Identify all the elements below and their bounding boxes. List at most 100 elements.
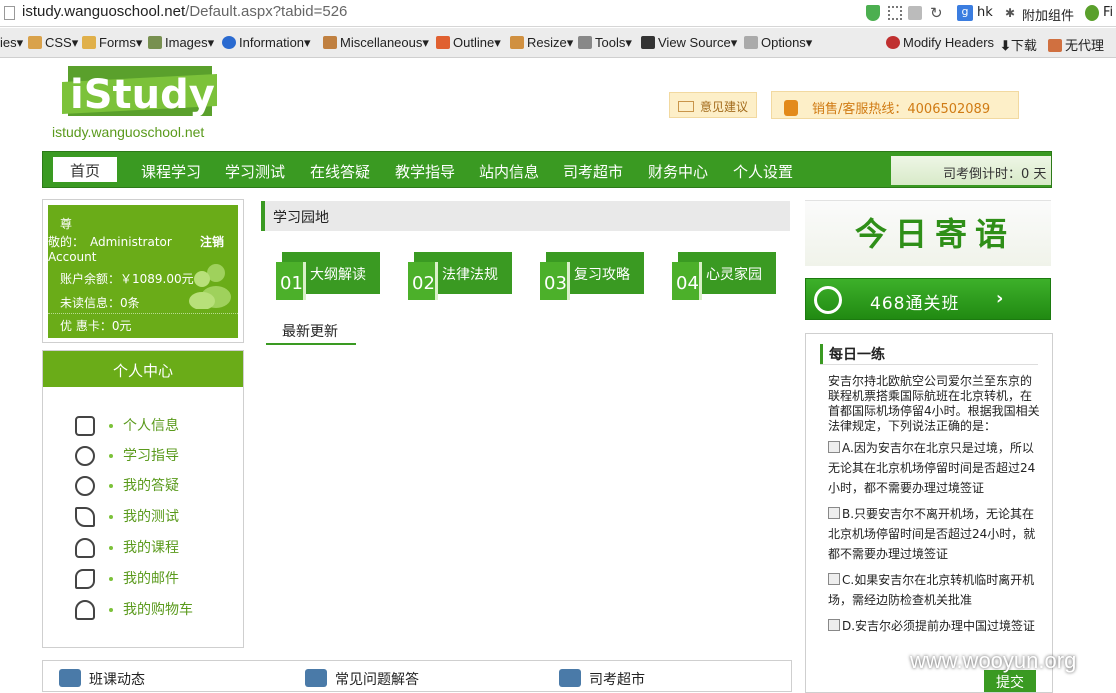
dropdown-icon[interactable] xyxy=(908,6,922,20)
headers-icon xyxy=(886,36,900,49)
468-course-button[interactable]: 468通关班 › xyxy=(805,278,1051,320)
toolbar-view-source[interactable]: View Source▾ xyxy=(641,35,737,51)
option-d[interactable]: D.安吉尔必须提前办理中国过境签证 xyxy=(828,616,1038,636)
account-balance: 账户余额：￥1089.00元 xyxy=(60,272,194,286)
toolbar-misc[interactable]: Miscellaneous▾ xyxy=(323,35,429,51)
daily-practice-title: 每日一练 xyxy=(820,344,1040,364)
toolbar-css[interactable]: CSS▾ xyxy=(28,35,78,51)
toolbar-options[interactable]: Options▾ xyxy=(744,35,812,51)
resize-icon xyxy=(510,36,524,49)
option-a[interactable]: A.因为安吉尔在北京只是过境，所以无论其在北京机场停留时间是否超过24小时，都不… xyxy=(828,438,1038,498)
clipboard-icon xyxy=(82,36,96,49)
logout-link[interactable]: 注销 xyxy=(200,233,224,250)
hotline-banner: 销售/客服热线：4006502089 xyxy=(771,91,1019,119)
toolbar-modify-headers[interactable]: Modify Headers xyxy=(886,35,994,50)
logo-subtitle: istudy.wanguoschool.net xyxy=(52,124,205,140)
suggestion-button[interactable]: 意见建议 xyxy=(669,92,757,118)
site-logo[interactable]: iStudy xyxy=(62,60,217,122)
toolbar-outline[interactable]: Outline▾ xyxy=(436,35,501,51)
nav-market[interactable]: 司考超市 xyxy=(563,161,623,182)
nav-settings[interactable]: 个人设置 xyxy=(733,161,793,182)
latest-updates-tab[interactable]: 最新更新 xyxy=(266,321,356,345)
option-c[interactable]: C.如果安吉尔在北京转机临时离开机场，需经边防检查机关批准 xyxy=(828,570,1038,610)
qr-icon[interactable] xyxy=(888,6,902,20)
bottom-faq[interactable]: 常见问题解答 xyxy=(305,669,419,689)
checkbox-b[interactable] xyxy=(828,507,840,519)
url-text[interactable]: istudy.wanguoschool.net/Default.aspx?tab… xyxy=(22,3,347,20)
toolbar-images[interactable]: Images▾ xyxy=(148,35,214,51)
personal-center-title: 个人中心 xyxy=(43,351,243,387)
proxy-icon xyxy=(1048,39,1062,52)
greeting-line2: 敬的： Administrator xyxy=(48,235,172,249)
toolbar-resize[interactable]: Resize▾ xyxy=(510,35,573,51)
watermark: www.wooyun.org xyxy=(910,648,1077,673)
faq-icon xyxy=(305,669,327,687)
card-mindset[interactable]: 心灵家园 04 xyxy=(672,252,776,300)
google-icon[interactable]: g xyxy=(957,5,973,21)
menu-my-tests[interactable]: 我的测试 xyxy=(75,506,179,532)
unread-messages[interactable]: 未读信息：0条 xyxy=(60,294,140,311)
svg-text:iStudy: iStudy xyxy=(70,72,215,118)
clover-icon[interactable] xyxy=(1085,5,1099,21)
wrench-icon xyxy=(75,569,95,589)
url-bar[interactable]: istudy.wanguoschool.net/Default.aspx?tab… xyxy=(0,0,1116,27)
card-outline[interactable]: 大纲解读 01 xyxy=(276,252,380,300)
today-message-banner: 今日寄语 xyxy=(805,200,1051,266)
daily-practice-box: 每日一练 安吉尔持北欧航空公司爱尔兰至东京的联程机票搭乘国际航班在北京转机，在首… xyxy=(805,333,1053,693)
toolbar-no-proxy[interactable]: 无代理 xyxy=(1048,35,1104,54)
nav-finance[interactable]: 财务中心 xyxy=(648,161,708,182)
reload-icon[interactable]: ↻ xyxy=(930,4,943,22)
toolbar-forms[interactable]: Forms▾ xyxy=(82,35,142,51)
users-icon xyxy=(75,446,95,466)
monitor-icon xyxy=(641,36,655,49)
card-strategy[interactable]: 复习攻略 03 xyxy=(540,252,644,300)
shield-icon[interactable] xyxy=(866,5,880,21)
card-laws[interactable]: 法律法规 02 xyxy=(408,252,512,300)
page-icon xyxy=(4,6,15,20)
checkbox-c[interactable] xyxy=(828,573,840,585)
addons-button[interactable]: 附加组件 xyxy=(1022,5,1074,24)
pen-icon xyxy=(75,507,95,527)
phone-icon xyxy=(784,100,798,116)
bottom-market[interactable]: 司考超市 xyxy=(559,669,645,689)
toolbar-tools[interactable]: Tools▾ xyxy=(578,35,632,51)
market-icon xyxy=(559,669,581,687)
bottom-class-news[interactable]: 班课动态 xyxy=(59,669,145,689)
menu-personal-info[interactable]: 个人信息 xyxy=(75,415,179,441)
nav-courses[interactable]: 课程学习 xyxy=(141,161,201,182)
fi-label[interactable]: Fi xyxy=(1103,5,1113,20)
ball-icon xyxy=(814,286,842,314)
person-icon xyxy=(75,600,95,620)
info-icon xyxy=(222,36,236,49)
exam-countdown: 司考倒计时：0 天 xyxy=(891,156,1051,185)
option-b[interactable]: B.只要安吉尔不离开机场，无论其在北京机场停留时间是否超过24小时，就都不需要办… xyxy=(828,504,1038,564)
nav-guidance[interactable]: 教学指导 xyxy=(395,161,455,182)
user-info-box: 尊 敬的： Administrator 注销 Account 账户余额：￥108… xyxy=(42,199,244,343)
menu-my-qa[interactable]: 我的答疑 xyxy=(75,475,179,501)
menu-study-guide[interactable]: 学习指导 xyxy=(75,445,179,471)
checkbox-a[interactable] xyxy=(828,441,840,453)
toolbar-information[interactable]: Information▾ xyxy=(222,35,311,51)
toolbar-download[interactable]: ⬇下载 xyxy=(1000,35,1037,54)
puzzle-icon[interactable]: ✱ xyxy=(1005,6,1015,20)
nav-tests[interactable]: 学习测试 xyxy=(225,161,285,182)
nav-qa[interactable]: 在线答疑 xyxy=(310,161,370,182)
coupon-info: 优 惠卡：0元 xyxy=(60,319,132,333)
menu-my-courses[interactable]: 我的课程 xyxy=(75,537,179,563)
misc-icon xyxy=(323,36,337,49)
menu-my-mail[interactable]: 我的邮件 xyxy=(75,568,179,594)
webdev-toolbar: ies▾ CSS▾ Forms▾ Images▾ Information▾ Mi… xyxy=(0,28,1116,58)
search-engine-label[interactable]: hk xyxy=(977,5,993,20)
nav-messages[interactable]: 站内信息 xyxy=(479,161,539,182)
checkbox-d[interactable] xyxy=(828,619,840,631)
greeting-line3: Account xyxy=(48,250,97,264)
chat-icon xyxy=(75,476,95,496)
bulb-icon xyxy=(75,538,95,558)
options-icon xyxy=(744,36,758,49)
study-section-title: 学习园地 xyxy=(261,201,790,231)
nav-home[interactable]: 首页 xyxy=(53,157,117,182)
menu-my-cart[interactable]: 我的购物车 xyxy=(75,599,193,625)
toolbar-cookies[interactable]: ies▾ xyxy=(0,35,23,51)
greeting-line1: 尊 xyxy=(60,217,73,231)
question-text: 安吉尔持北欧航空公司爱尔兰至东京的联程机票搭乘国际航班在北京转机，在首都国际机场… xyxy=(828,374,1040,433)
